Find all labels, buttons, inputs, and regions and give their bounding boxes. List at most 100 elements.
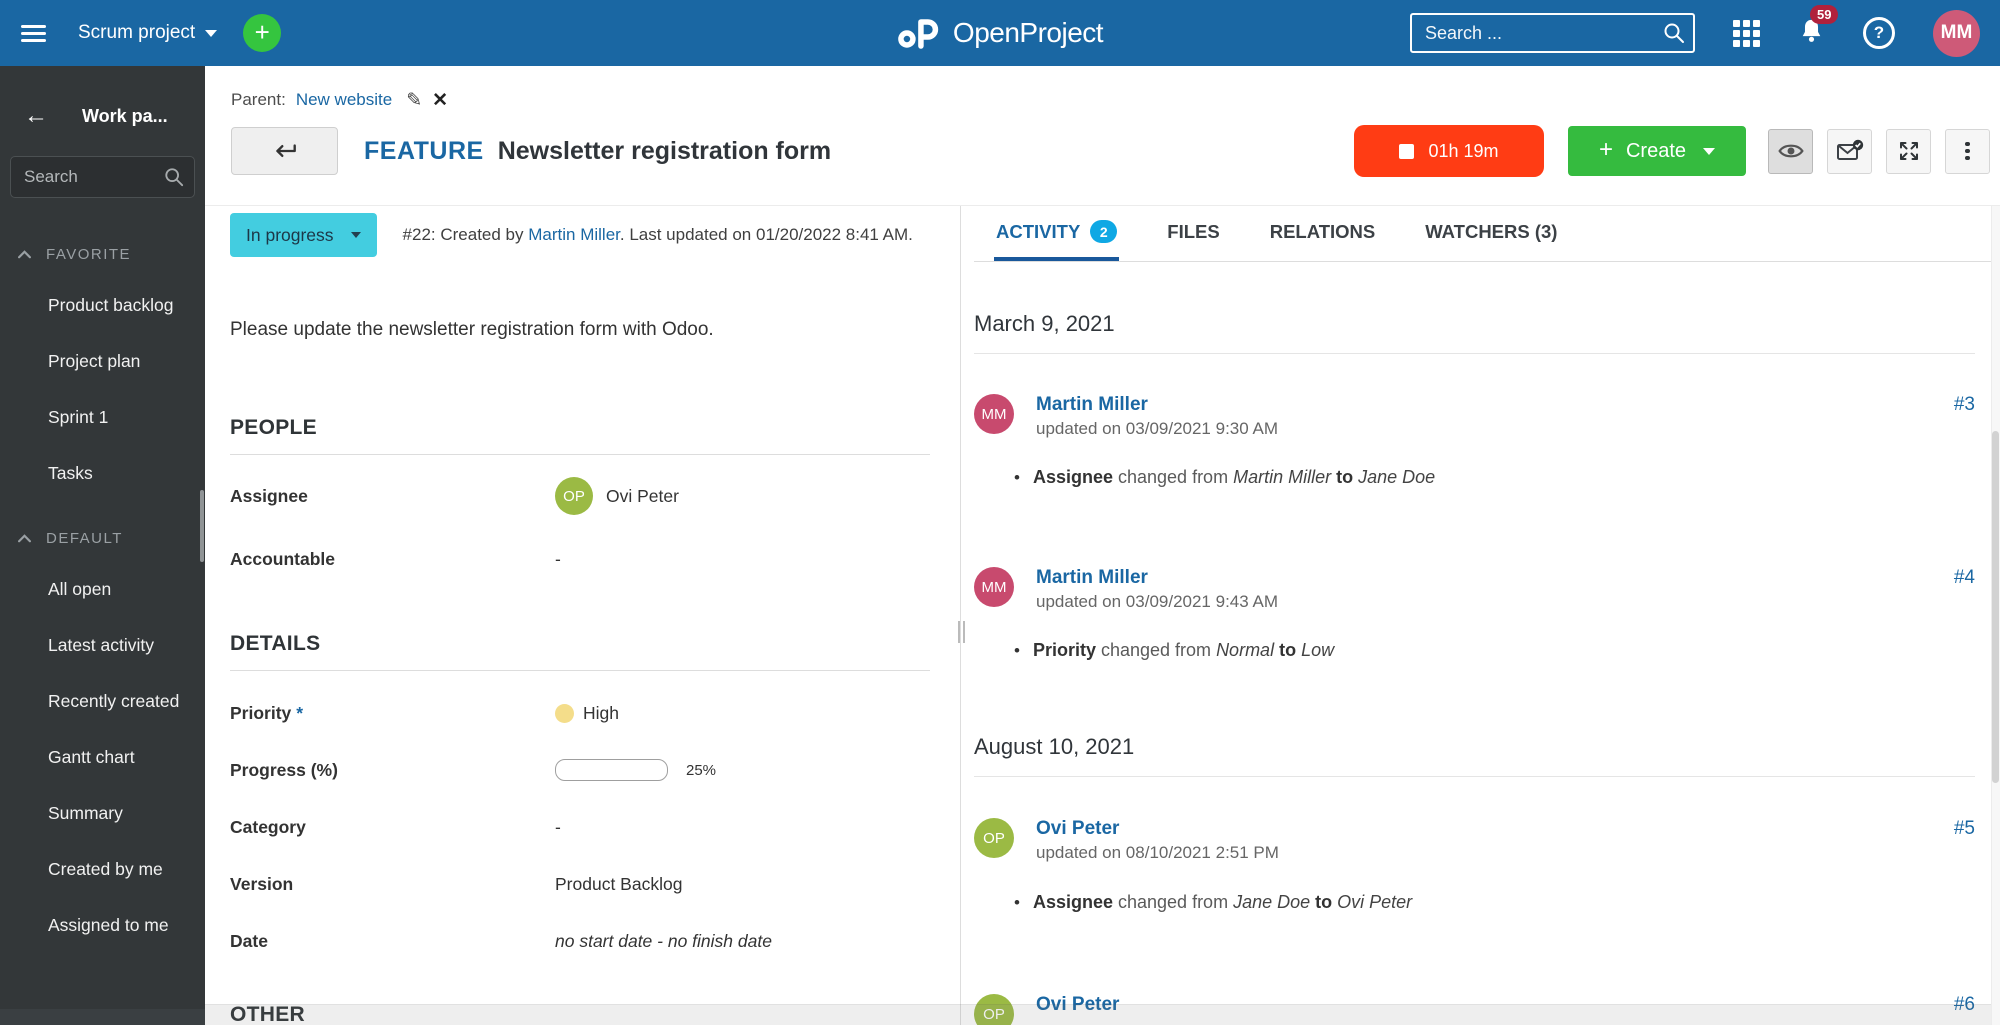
- progress-value[interactable]: 25%: [555, 759, 930, 781]
- more-options-button[interactable]: [1945, 128, 1990, 174]
- eye-icon: [1777, 144, 1804, 158]
- global-add-button[interactable]: +: [243, 14, 282, 52]
- activity-change-line: • Assignee changed from Jane Doe to Ovi …: [1014, 892, 1413, 912]
- sidebar-group-default[interactable]: DEFAULT: [0, 530, 205, 547]
- parent-row: Parent: New website ✎ ✕: [231, 88, 2000, 112]
- sidebar-item-product-backlog[interactable]: Product backlog: [0, 277, 205, 333]
- stop-timer-button[interactable]: 01h 19m: [1354, 125, 1544, 177]
- tab-watchers[interactable]: WATCHERS (3): [1423, 206, 1559, 261]
- tab-activity[interactable]: ACTIVITY 2: [994, 206, 1120, 261]
- notifications-bell[interactable]: 59: [1798, 5, 1839, 49]
- date-value[interactable]: no start date - no finish date: [555, 931, 930, 952]
- people-section-heading: PEOPLE: [230, 416, 317, 439]
- sidebar-item-tasks[interactable]: Tasks: [0, 445, 205, 501]
- assignee-value[interactable]: OP Ovi Peter: [555, 477, 930, 515]
- sidebar-group-favorite[interactable]: FAVORITE: [0, 246, 205, 263]
- activity-number-link[interactable]: #5: [1954, 818, 1975, 840]
- mark-notifications-read-button[interactable]: [1827, 128, 1872, 174]
- plus-icon: +: [1598, 136, 1613, 163]
- tab-relations[interactable]: RELATIONS: [1268, 206, 1378, 261]
- detail-tabs: ACTIVITY 2 FILES RELATIONS WATCHERS (3): [974, 206, 2000, 262]
- version-value[interactable]: Product Backlog: [555, 874, 930, 895]
- sidebar-title: Work pa...: [82, 105, 168, 126]
- modules-grid-icon[interactable]: [1733, 19, 1760, 47]
- work-packages-sidebar: ← Work pa... FAVORITE Product backlog Pr…: [0, 66, 205, 1025]
- activity-user-link[interactable]: Ovi Peter: [1036, 818, 1954, 840]
- search-icon: [1664, 23, 1684, 43]
- work-package-meta: #22: Created by Martin Miller. Last upda…: [402, 225, 913, 244]
- chevron-up-icon: [18, 534, 31, 543]
- expand-arrows-icon: [1899, 142, 1918, 160]
- sidebar-item-all-open[interactable]: All open: [0, 561, 205, 617]
- hamburger-menu-icon[interactable]: [0, 0, 66, 66]
- sidebar-item-recently-created[interactable]: Recently created: [0, 673, 205, 729]
- activity-item: MM Martin Miller updated on 03/09/2021 9…: [974, 567, 1975, 612]
- status-row: In progress #22: Created by Martin Mille…: [230, 213, 930, 257]
- sidebar-item-gantt-chart[interactable]: Gantt chart: [0, 729, 205, 785]
- activity-number-link[interactable]: #3: [1954, 394, 1975, 416]
- accountable-value[interactable]: -: [555, 549, 930, 570]
- version-label: Version: [230, 873, 294, 894]
- work-package-main: Parent: New website ✎ ✕ FEATURE Newslett…: [205, 66, 2000, 1025]
- work-package-description[interactable]: Please update the newsletter registratio…: [230, 319, 930, 345]
- help-button[interactable]: ?: [1863, 17, 1895, 49]
- content-scrollbar[interactable]: [1991, 206, 2000, 1025]
- fullscreen-button[interactable]: [1886, 128, 1931, 174]
- brand-logo[interactable]: OpenProject: [897, 0, 1104, 66]
- sidebar-item-assigned-to-me[interactable]: Assigned to me: [0, 897, 205, 953]
- parent-label: Parent:: [231, 90, 286, 109]
- feed-divider: [974, 353, 1975, 354]
- work-package-title[interactable]: Newsletter registration form: [498, 137, 831, 166]
- chevron-down-icon: [205, 29, 218, 37]
- back-arrow-icon[interactable]: ←: [24, 102, 48, 130]
- brand-name: OpenProject: [952, 17, 1104, 48]
- parent-link[interactable]: New website: [296, 90, 392, 110]
- date-label: Date: [230, 930, 268, 951]
- activity-number-link[interactable]: #4: [1954, 567, 1975, 589]
- sidebar-item-summary[interactable]: Summary: [0, 785, 205, 841]
- global-search-input[interactable]: [1410, 13, 1695, 53]
- activity-user-link[interactable]: Martin Miller: [1036, 394, 1954, 416]
- create-button[interactable]: + Create: [1568, 126, 1746, 176]
- activity-number-link[interactable]: #6: [1954, 994, 1975, 1016]
- user-avatar-initials: MM: [1940, 22, 1973, 43]
- work-package-type[interactable]: FEATURE: [364, 137, 484, 166]
- return-arrow-icon: [275, 144, 296, 158]
- sidebar-item-project-plan[interactable]: Project plan: [0, 333, 205, 389]
- priority-value[interactable]: High: [555, 703, 930, 724]
- chevron-up-icon: [18, 250, 31, 259]
- activity-item: OP Ovi Peter updated on 08/10/2021 2:51 …: [974, 818, 1975, 863]
- bullet-icon: •: [1014, 468, 1020, 487]
- chevron-down-icon: [1703, 147, 1716, 155]
- activity-user-link[interactable]: Ovi Peter: [1036, 994, 1954, 1016]
- stop-icon: [1399, 143, 1415, 159]
- progress-label: Progress (%): [230, 759, 338, 780]
- activity-timestamp: updated on 03/09/2021 9:43 AM: [1036, 592, 1278, 611]
- chevron-down-icon: [350, 232, 361, 238]
- user-avatar[interactable]: MM: [1933, 9, 1980, 57]
- tab-files[interactable]: FILES: [1165, 206, 1221, 261]
- sidebar-scrollbar-thumb[interactable]: [200, 490, 204, 562]
- status-dropdown[interactable]: In progress: [230, 213, 377, 257]
- activity-avatar: MM: [974, 394, 1014, 434]
- remove-parent-icon[interactable]: ✕: [432, 89, 448, 112]
- content-scrollbar-thumb[interactable]: [1992, 431, 1999, 783]
- activity-user-link[interactable]: Martin Miller: [1036, 567, 1954, 589]
- edit-parent-icon[interactable]: ✎: [406, 89, 422, 112]
- watch-button[interactable]: [1768, 128, 1813, 174]
- sidebar-item-latest-activity[interactable]: Latest activity: [0, 617, 205, 673]
- feed-divider: [974, 776, 1975, 777]
- category-row: Category -: [230, 809, 930, 845]
- author-link[interactable]: Martin Miller: [528, 225, 620, 244]
- sidebar-item-created-by-me[interactable]: Created by me: [0, 841, 205, 897]
- sidebar-item-sprint-1[interactable]: Sprint 1: [0, 389, 205, 445]
- back-to-list-button[interactable]: [231, 127, 338, 175]
- project-switcher[interactable]: Scrum project: [78, 22, 218, 44]
- priority-color-dot: [555, 703, 574, 723]
- activity-timestamp: updated on 08/10/2021 2:51 PM: [1036, 843, 1279, 862]
- progress-bar: [555, 759, 668, 781]
- global-search: [1410, 13, 1695, 53]
- required-asterisk: *: [296, 702, 304, 723]
- category-value[interactable]: -: [555, 817, 930, 838]
- accountable-label: Accountable: [230, 548, 336, 569]
